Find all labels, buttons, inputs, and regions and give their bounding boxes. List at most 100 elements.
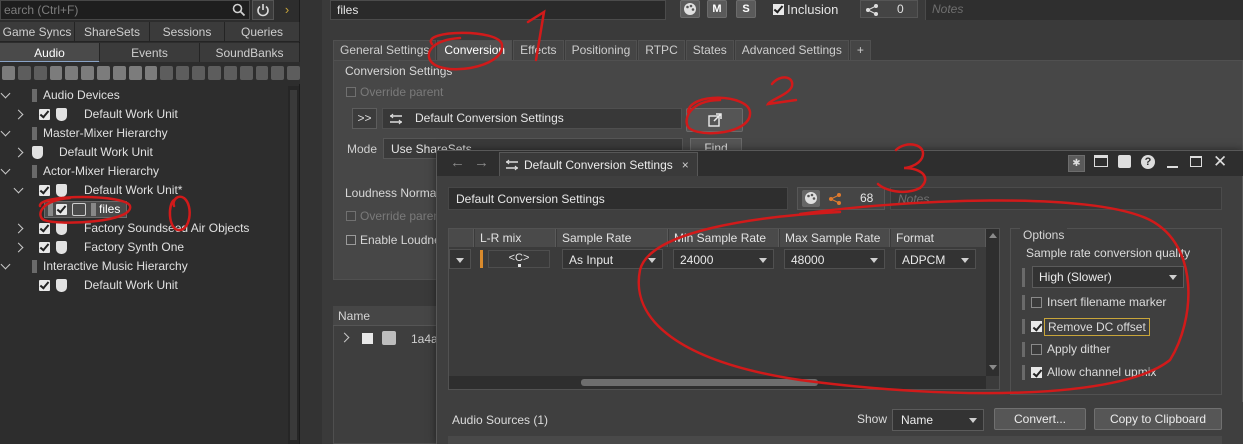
tab-queries[interactable]: Queries: [225, 22, 300, 42]
reference-count[interactable]: 0: [860, 0, 918, 18]
toolbar-icon[interactable]: [65, 66, 79, 80]
chevron-right-icon[interactable]: [13, 223, 24, 234]
toolbar-icon[interactable]: [192, 66, 205, 80]
column-header-min-sample-rate[interactable]: Min Sample Rate: [669, 229, 779, 247]
tree-scrollbar[interactable]: [288, 86, 299, 444]
column-header-sample-rate[interactable]: Sample Rate: [557, 229, 668, 247]
checkbox-icon[interactable]: [56, 204, 67, 215]
power-icon[interactable]: [252, 0, 274, 20]
open-folder-icon[interactable]: [1094, 155, 1108, 167]
tab-game-syncs[interactable]: Game Syncs: [0, 22, 75, 42]
save-icon[interactable]: [1118, 155, 1131, 168]
tab-events[interactable]: Events: [100, 43, 200, 63]
format-select[interactable]: ADPCM: [895, 249, 976, 269]
override-parent-checkbox-2[interactable]: [346, 211, 356, 221]
checkbox-icon[interactable]: [39, 280, 50, 291]
checkbox-icon[interactable]: [39, 242, 50, 253]
tab-effects[interactable]: Effects: [513, 40, 564, 60]
column-header-lr-mix[interactable]: L-R mix: [475, 229, 556, 247]
toolbar-icon[interactable]: [49, 66, 63, 80]
chevron-right-icon[interactable]: [13, 242, 24, 253]
column-header[interactable]: [449, 229, 474, 247]
window-tab[interactable]: Default Conversion Settings ×: [499, 152, 698, 176]
toolbar-icon[interactable]: [223, 66, 237, 80]
pin-icon[interactable]: ✱: [1068, 155, 1085, 172]
tree-item-actor-mixer[interactable]: Actor-Mixer Hierarchy: [0, 162, 288, 181]
toolbar-icon[interactable]: [287, 66, 301, 80]
chevron-down-icon[interactable]: [13, 183, 24, 194]
color-palette-icon[interactable]: [802, 190, 820, 207]
tab-positioning[interactable]: Positioning: [564, 40, 638, 60]
notes-field[interactable]: Notes: [925, 0, 1243, 20]
reference-count[interactable]: 68: [797, 187, 885, 210]
toolbar-icon[interactable]: [144, 66, 158, 80]
src-quality-select[interactable]: High (Slower): [1032, 266, 1184, 288]
chevron-down-icon[interactable]: [0, 126, 11, 137]
expand-button[interactable]: >>: [352, 108, 377, 129]
toolbar-icon[interactable]: [33, 66, 47, 80]
panel-divider[interactable]: [300, 0, 322, 444]
chevron-down-icon[interactable]: [0, 164, 11, 175]
mute-button[interactable]: M: [707, 0, 727, 18]
tab-audio[interactable]: Audio: [0, 43, 100, 63]
search-input[interactable]: earch (Ctrl+F): [0, 0, 250, 20]
max-sample-rate-select[interactable]: 48000: [784, 249, 885, 269]
tree-item-interactive-music[interactable]: Interactive Music Hierarchy: [0, 257, 288, 276]
row-checkbox[interactable]: [362, 333, 373, 344]
override-parent-checkbox[interactable]: [346, 87, 356, 97]
search-icon[interactable]: [228, 0, 250, 20]
chevron-right-icon[interactable]: [13, 109, 24, 120]
sample-rate-select[interactable]: As Input: [562, 249, 663, 269]
notes-field[interactable]: Notes: [890, 187, 1222, 210]
toolbar-icon[interactable]: [160, 66, 174, 80]
toolbar-icon[interactable]: [255, 66, 269, 80]
toolbar-icon[interactable]: [97, 66, 110, 80]
toolbar-icon[interactable]: [271, 66, 285, 80]
inclusion-checkbox[interactable]: [773, 4, 784, 15]
tree-item-default-work-unit[interactable]: Default Work Unit: [0, 105, 288, 124]
shareset-name-field[interactable]: Default Conversion Settings: [448, 187, 788, 210]
tab-general-settings[interactable]: General Settings: [333, 40, 437, 60]
column-header-format[interactable]: Format: [891, 229, 986, 247]
toolbar-icon[interactable]: [2, 66, 15, 80]
add-tab-button[interactable]: +: [849, 40, 871, 60]
toolbar-icon[interactable]: [17, 66, 31, 80]
platform-dropdown[interactable]: [449, 249, 471, 269]
grid-vertical-scrollbar[interactable]: [986, 229, 999, 376]
color-palette-button[interactable]: [680, 0, 700, 18]
tree-item-files[interactable]: files: [0, 200, 288, 219]
forward-arrow-icon[interactable]: →: [474, 154, 489, 171]
checkbox-icon[interactable]: [39, 185, 50, 196]
back-arrow-icon[interactable]: ←: [450, 154, 465, 171]
grid-horizontal-scrollbar[interactable]: [449, 376, 986, 389]
chevron-down-icon[interactable]: [0, 259, 11, 270]
tree-item-default-work-unit[interactable]: Default Work Unit: [0, 276, 288, 295]
toolbar-icon[interactable]: [176, 66, 190, 80]
close-tab-icon[interactable]: ×: [682, 158, 689, 172]
maximize-icon[interactable]: [1190, 156, 1202, 167]
tab-sharesets[interactable]: ShareSets: [75, 22, 150, 42]
checkbox-icon[interactable]: [39, 223, 50, 234]
tree-item-default-work-unit-modified[interactable]: Default Work Unit*: [0, 181, 288, 200]
minimize-icon[interactable]: [1167, 166, 1178, 168]
convert-button[interactable]: Convert...: [994, 408, 1086, 430]
toolbar-icon[interactable]: [207, 66, 221, 80]
enable-loudness-checkbox[interactable]: [346, 235, 356, 245]
tab-advanced-settings[interactable]: Advanced Settings: [734, 40, 849, 60]
object-name-field[interactable]: files: [330, 0, 666, 20]
toolbar-icon[interactable]: [239, 66, 253, 80]
chevron-right-icon[interactable]: [13, 147, 24, 158]
help-icon[interactable]: ?: [1141, 155, 1155, 169]
conversion-shareset-field[interactable]: Default Conversion Settings: [382, 108, 682, 129]
tab-conversion[interactable]: Conversion: [437, 40, 513, 60]
tree-item-audio-devices[interactable]: Audio Devices: [0, 86, 288, 105]
checkbox-icon[interactable]: [39, 109, 50, 120]
tab-sessions[interactable]: Sessions: [150, 22, 225, 42]
solo-button[interactable]: S: [736, 0, 756, 18]
column-header-max-sample-rate[interactable]: Max Sample Rate: [780, 229, 890, 247]
toolbar-icon[interactable]: [112, 66, 126, 80]
min-sample-rate-select[interactable]: 24000: [673, 249, 774, 269]
tree-item-soundseed-air[interactable]: Factory Soundseed Air Objects: [0, 219, 288, 238]
toolbar-icon[interactable]: [81, 66, 95, 80]
close-icon[interactable]: ✕: [1213, 152, 1227, 172]
